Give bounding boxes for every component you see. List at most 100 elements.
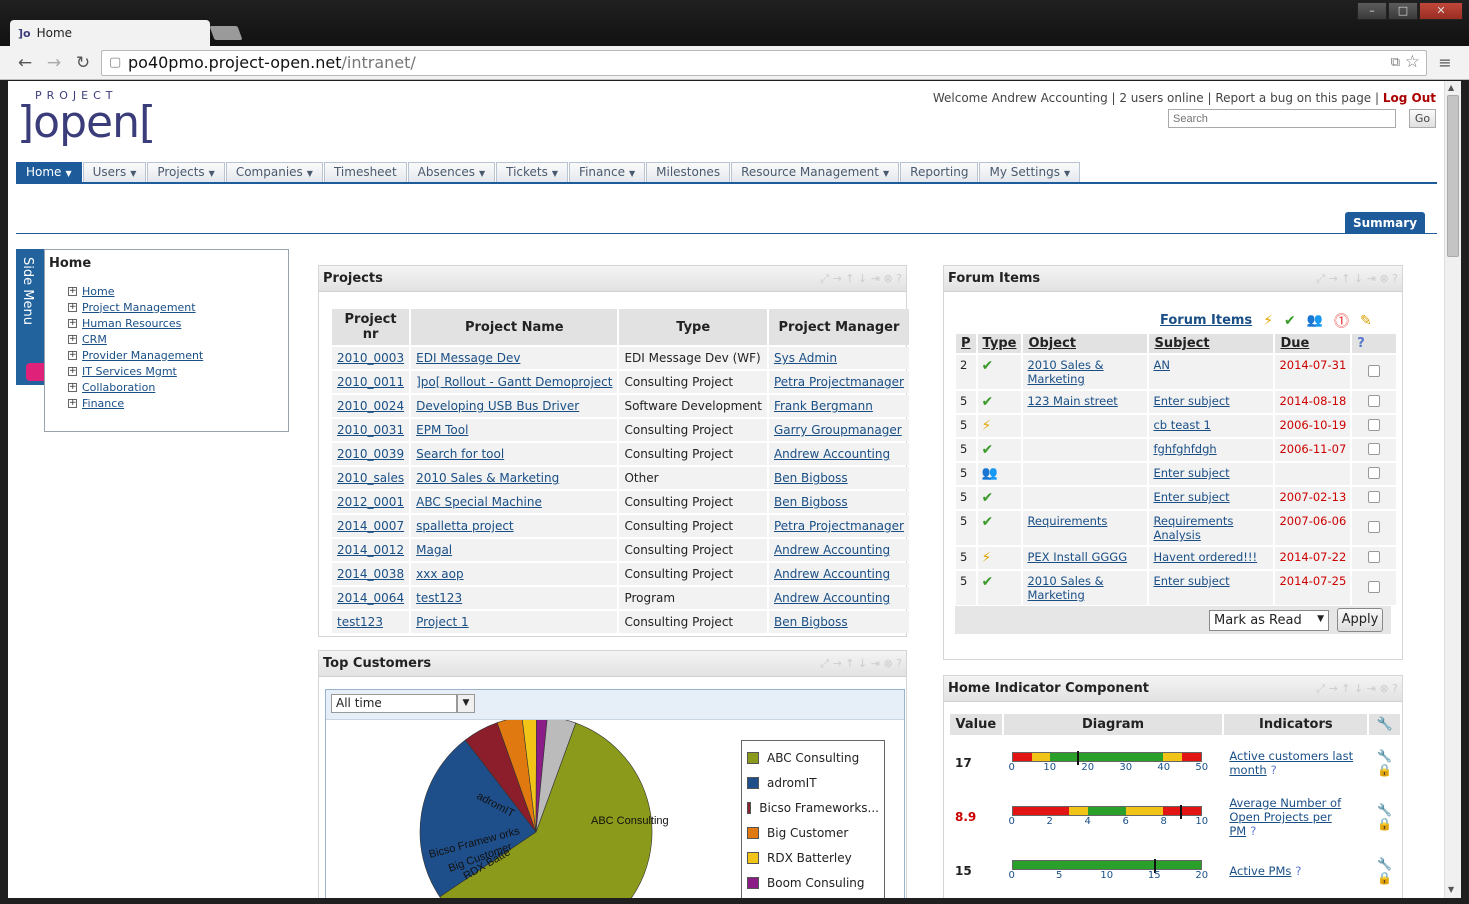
menu-icon[interactable]: ≡ [1434, 52, 1456, 74]
side-menu-link[interactable]: Home [82, 285, 114, 298]
column-header[interactable]: Project Manager [768, 309, 909, 345]
subject-link[interactable]: Havent ordered!!! [1153, 550, 1257, 564]
help-icon[interactable]: ? [1250, 824, 1256, 838]
wrench-icon[interactable]: 🔧 [1374, 749, 1395, 763]
wrench-icon[interactable]: 🔧 [1369, 714, 1400, 735]
legend-item[interactable]: ABC Consulting [747, 745, 879, 770]
chevron-down-icon[interactable]: ▼ [457, 694, 475, 713]
cell-link[interactable]: EPM Tool [416, 423, 468, 437]
tab-summary[interactable]: Summary [1345, 212, 1425, 234]
go-button[interactable]: Go [1409, 109, 1436, 128]
subject-link[interactable]: Enter subject [1153, 394, 1229, 408]
cell-link[interactable]: 2010_0003 [337, 351, 404, 365]
side-menu-link[interactable]: CRM [82, 333, 107, 346]
portlet-controls[interactable]: ⤢ → ↑ ↓ ⇥ ⊗ ? [1316, 272, 1398, 286]
expand-plus-icon[interactable]: + [68, 366, 77, 376]
legend-item[interactable]: adromIT [747, 770, 879, 795]
lock-icon[interactable]: 🔒 [1377, 763, 1392, 777]
indicator-link[interactable]: Average Number of Open Projects per PM [1229, 796, 1341, 838]
nav-tab-companies[interactable]: Companies ▼ [225, 162, 323, 182]
nav-tab-my-settings[interactable]: My Settings ▼ [979, 162, 1081, 182]
side-menu-item[interactable]: + IT Services Mgmt [68, 363, 284, 379]
reload-icon[interactable]: ↻ [72, 52, 94, 74]
side-menu-link[interactable]: Provider Management [82, 349, 203, 362]
object-link[interactable]: 2010 Sales & Marketing [1027, 358, 1103, 386]
wrench-icon[interactable]: 🔧 [1374, 803, 1395, 817]
browser-tab-home[interactable]: ]o Home [10, 20, 210, 46]
help-icon[interactable]: ? [1271, 763, 1277, 777]
users-online-link[interactable]: 2 users online [1119, 91, 1203, 105]
row-checkbox[interactable] [1368, 364, 1381, 377]
apply-button[interactable]: Apply [1337, 608, 1383, 632]
help-icon[interactable]: ? [1352, 334, 1396, 353]
column-header[interactable]: Due [1275, 334, 1351, 353]
portlet-controls[interactable]: ⤢ → ↑ ↓ ⇥ ⊗ ? [820, 657, 902, 671]
cell-link[interactable]: Developing USB Bus Driver [416, 399, 579, 413]
cell-link[interactable]: Sys Admin [774, 351, 837, 365]
search-input[interactable] [1168, 109, 1396, 128]
expand-plus-icon[interactable]: + [68, 382, 77, 392]
nav-tab-tickets[interactable]: Tickets ▼ [496, 162, 569, 182]
forward-arrow-icon[interactable]: → [43, 52, 65, 74]
column-header[interactable]: Subject [1149, 334, 1274, 353]
nav-tab-users[interactable]: Users ▼ [82, 162, 147, 182]
side-menu-item[interactable]: + CRM [68, 331, 284, 347]
cell-link[interactable]: Frank Bergmann [774, 399, 873, 413]
cell-link[interactable]: Magal [416, 543, 452, 557]
side-menu-item[interactable]: + Finance [68, 395, 284, 411]
nav-tab-milestones[interactable]: Milestones [646, 162, 731, 182]
address-bar[interactable]: ▢ po40pmo.project-open.net/intranet/ ⧉ ☆ [101, 50, 1427, 76]
bulk-action-select[interactable]: Mark as Read ▼ [1209, 610, 1329, 631]
cell-link[interactable]: 2014_0064 [337, 591, 404, 605]
cell-link[interactable]: Andrew Accounting [774, 567, 890, 581]
nav-tab-finance[interactable]: Finance ▼ [569, 162, 646, 182]
expand-plus-icon[interactable]: + [68, 398, 77, 408]
scroll-down-icon[interactable]: ▼ [1448, 885, 1454, 894]
feedback-icon[interactable] [26, 363, 44, 381]
side-menu-link[interactable]: Collaboration [82, 381, 155, 394]
expand-plus-icon[interactable]: + [68, 302, 77, 312]
side-menu-item[interactable]: + Project Management [68, 299, 284, 315]
project-open-logo[interactable]: PROJECT ]open[ [17, 89, 177, 149]
object-link[interactable]: 123 Main street [1027, 394, 1117, 408]
scroll-thumb[interactable] [1447, 95, 1459, 257]
column-header[interactable]: Project Name [411, 309, 618, 345]
expand-plus-icon[interactable]: + [68, 318, 77, 328]
vertical-scrollbar[interactable]: ▲ ▼ [1444, 81, 1461, 898]
cell-link[interactable]: Petra Projectmanager [774, 519, 904, 533]
maximize-button[interactable]: □ [1388, 2, 1418, 20]
cell-link[interactable]: 2014_0012 [337, 543, 404, 557]
check-icon[interactable]: ✔ [1284, 313, 1296, 329]
cell-link[interactable]: 2010_0039 [337, 447, 404, 461]
cell-link[interactable]: 2014_0038 [337, 567, 404, 581]
cell-link[interactable]: Andrew Accounting [774, 447, 890, 461]
cell-link[interactable]: 2010 Sales & Marketing [416, 471, 559, 485]
cell-link[interactable]: Andrew Accounting [774, 591, 890, 605]
legend-item[interactable]: Boom Consuling [747, 870, 879, 895]
row-checkbox[interactable] [1368, 550, 1381, 563]
pencil-icon[interactable]: ✎ [1360, 313, 1372, 329]
expand-plus-icon[interactable]: + [68, 286, 77, 296]
expand-plus-icon[interactable]: + [68, 350, 77, 360]
bookmark-star-icon[interactable]: ☆ [1405, 52, 1420, 72]
row-checkbox[interactable] [1368, 442, 1381, 455]
column-header[interactable]: Type [977, 334, 1022, 353]
legend-item[interactable]: Big Customer [747, 820, 879, 845]
people-icon[interactable]: 👥 [1307, 313, 1323, 328]
column-header[interactable]: P [956, 334, 976, 353]
portlet-controls[interactable]: ⤢ → ↑ ↓ ⇥ ⊗ ? [1316, 682, 1398, 696]
nav-tab-resource-management[interactable]: Resource Management ▼ [731, 162, 900, 182]
subject-link[interactable]: cb teast 1 [1153, 418, 1210, 432]
cell-link[interactable]: Andrew Accounting [774, 543, 890, 557]
wrench-icon[interactable]: 🔧 [1374, 857, 1395, 871]
alert-icon[interactable]: ⓵ [1334, 310, 1349, 331]
close-window-button[interactable]: ✕ [1419, 2, 1463, 20]
column-header[interactable]: Project nr [332, 309, 410, 345]
forum-items-link[interactable]: Forum Items [1160, 313, 1252, 328]
cell-link[interactable]: Garry Groupmanager [774, 423, 902, 437]
column-header[interactable]: Type [619, 309, 767, 345]
help-icon[interactable]: ? [1295, 864, 1301, 878]
nav-tab-home[interactable]: Home ▼ [16, 162, 82, 182]
legend-item[interactable]: RDX Batterley [747, 845, 879, 870]
cell-link[interactable]: 2010_0024 [337, 399, 404, 413]
